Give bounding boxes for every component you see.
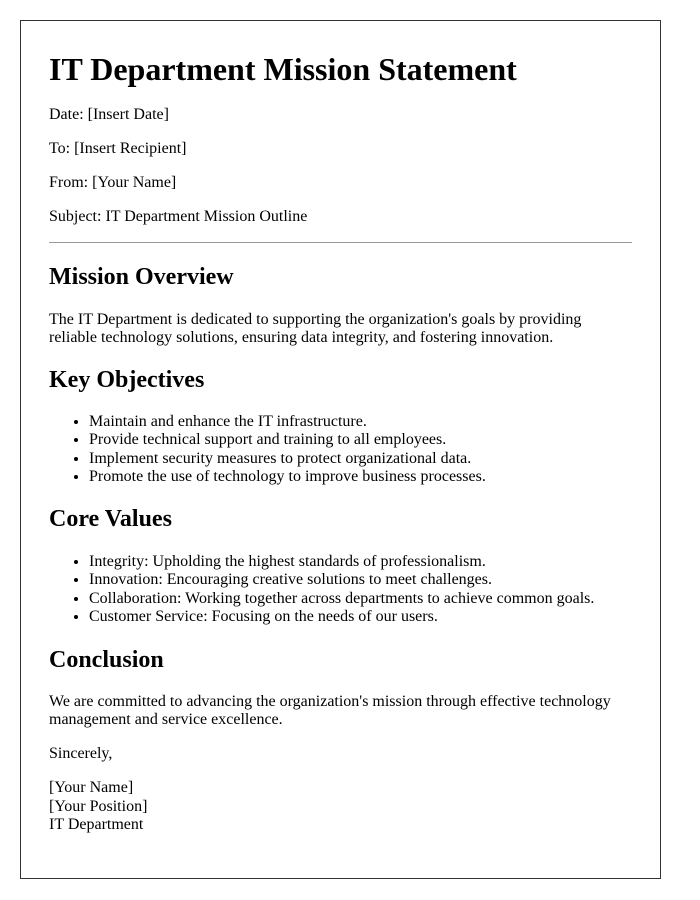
section-conclusion: Conclusion We are committed to advancing… [49,646,632,729]
list-item: Innovation: Encouraging creative solutio… [89,571,632,589]
list-item: Collaboration: Working together across d… [89,590,632,608]
sender-line: From: [Your Name] [49,174,177,191]
signature-department: IT Department [49,815,144,833]
section-core-values: Core Values Integrity: Upholding the hig… [49,505,632,626]
signature-name: [Your Name] [49,779,134,797]
section-mission-overview: Mission Overview The IT Department is de… [49,263,632,347]
section-key-objectives: Key Objectives Maintain and enhance the … [49,366,632,486]
objectives-list: Maintain and enhance the IT infrastructu… [49,413,632,486]
subject-line: Subject: IT Department Mission Outline [49,208,308,225]
values-list: Integrity: Upholding the highest standar… [49,553,632,626]
section-heading: Mission Overview [49,264,234,290]
section-heading: Core Values [49,506,172,533]
closing-salutation: Sincerely, [49,745,113,763]
recipient-line: To: [Insert Recipient] [49,140,187,157]
date-line: Date: [Insert Date] [49,106,169,123]
section-paragraph: We are committed to advancing the organi… [49,693,611,729]
letter-title: IT Department Mission Statement [49,51,517,87]
list-item: Maintain and enhance the IT infrastructu… [89,413,632,431]
list-item: Promote the use of technology to improve… [89,468,632,486]
section-paragraph: The IT Department is dedicated to suppor… [49,311,582,346]
list-item: Integrity: Upholding the highest standar… [89,553,632,571]
list-item: Implement security measures to protect o… [89,450,632,468]
signature-block: [Your Name] [Your Position] IT Departmen… [49,779,632,834]
section-heading: Key Objectives [49,367,205,393]
section-heading: Conclusion [49,647,164,674]
header-divider [49,242,632,243]
letter-header-meta: Date: [Insert Date] To: [Insert Recipien… [49,106,632,226]
list-item: Provide technical support and training t… [89,431,632,449]
signature-position: [Your Position] [49,797,148,815]
list-item: Customer Service: Focusing on the needs … [89,608,632,626]
letter-document: IT Department Mission Statement Date: [I… [20,20,661,879]
